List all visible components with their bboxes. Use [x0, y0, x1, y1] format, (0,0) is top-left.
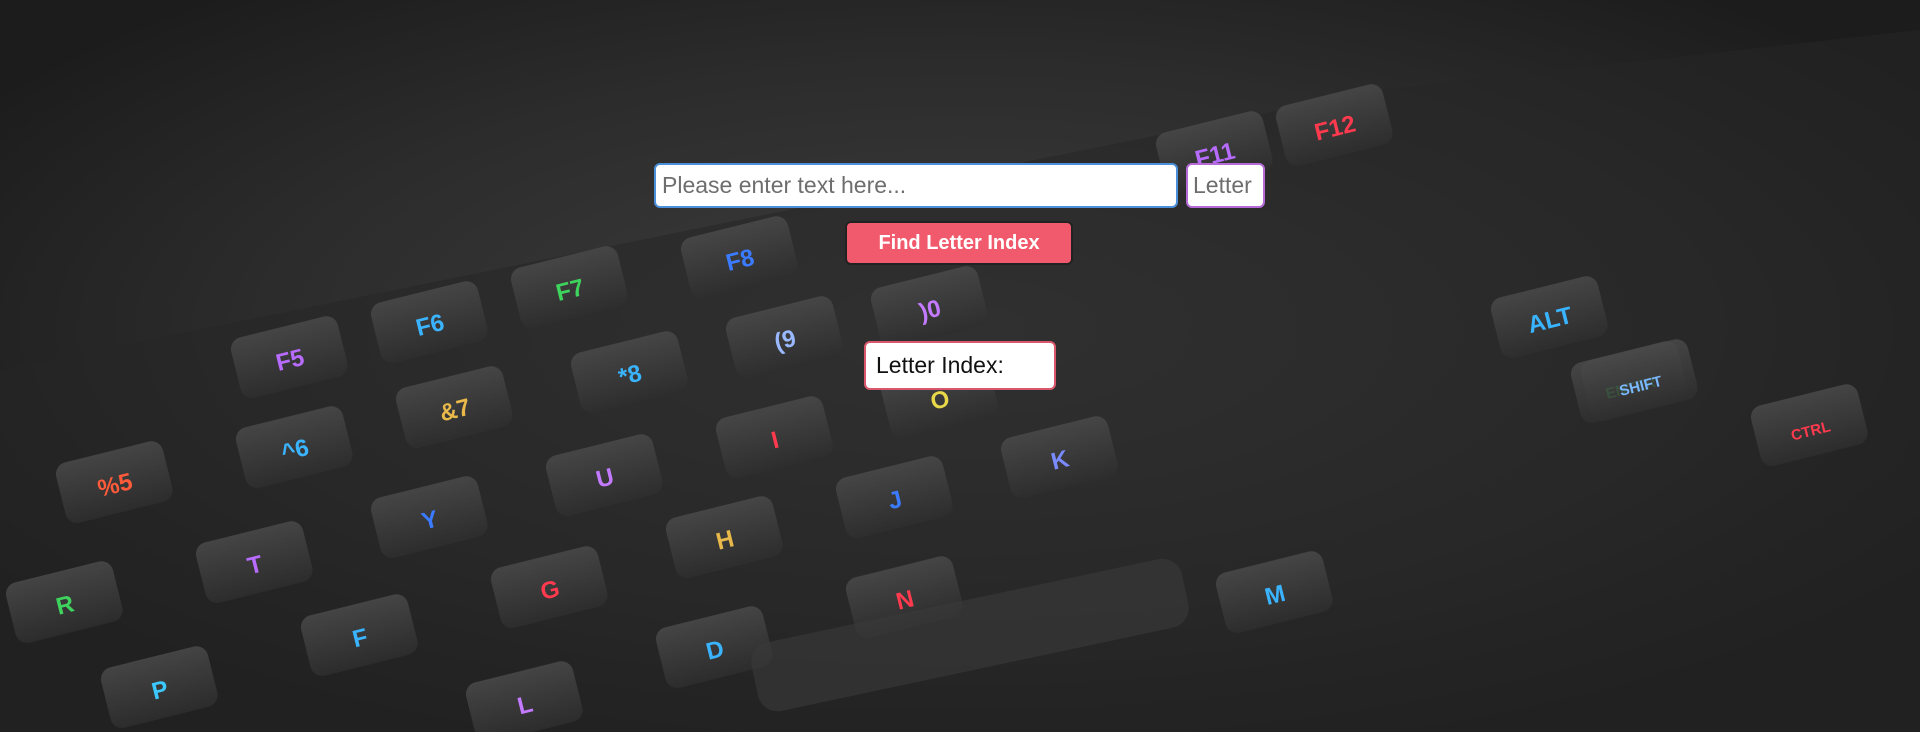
- text-input[interactable]: [654, 163, 1178, 208]
- letter-index-result: Letter Index:: [864, 341, 1056, 390]
- letter-index-label: Letter Index:: [876, 352, 1004, 378]
- find-letter-index-button[interactable]: Find Letter Index: [845, 221, 1073, 265]
- letter-input[interactable]: [1186, 163, 1265, 208]
